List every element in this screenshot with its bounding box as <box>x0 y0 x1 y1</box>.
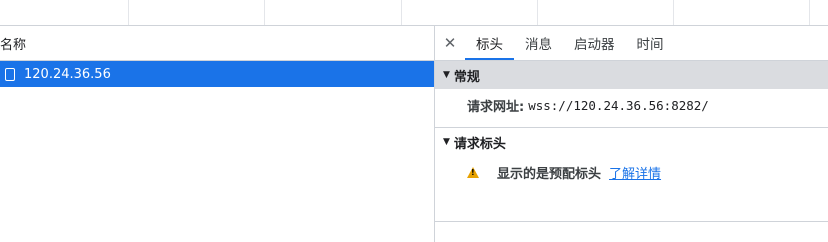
timeline-gridline <box>128 0 129 25</box>
general-section-title: 常规 <box>453 69 480 85</box>
tab-messages[interactable]: 消息 <box>514 26 563 60</box>
collapse-triangle-icon: ▼ <box>443 137 450 147</box>
request-list-panel: 名称 120.24.36.56 <box>0 26 434 242</box>
name-column-header[interactable]: 名称 <box>0 26 434 61</box>
request-name: 120.24.36.56 <box>24 66 111 82</box>
learn-more-link[interactable]: 了解详情 <box>609 163 661 182</box>
timeline-gridline <box>673 0 674 25</box>
warning-icon <box>467 166 479 178</box>
request-details-panel: ✕ 标头 消息 启动器 时间 ▼ 常规 请求网址: wss://120.24.3… <box>435 26 828 242</box>
name-column-label: 名称 <box>0 37 27 53</box>
timeline-overview[interactable] <box>0 0 828 26</box>
timeline-gridline <box>809 0 810 25</box>
tab-initiator[interactable]: 启动器 <box>563 26 626 60</box>
request-url-label: 请求网址: <box>467 99 525 115</box>
timeline-gridline <box>537 0 538 25</box>
warning-text: 显示的是预配标头 <box>497 166 602 182</box>
request-headers-section-title: 请求标头 <box>453 136 506 152</box>
timeline-gridline <box>264 0 265 25</box>
timeline-gridline <box>401 0 402 25</box>
request-headers-section-header[interactable]: ▼ 请求标头 <box>435 128 828 156</box>
close-icon[interactable]: ✕ <box>435 34 465 52</box>
tab-timing[interactable]: 时间 <box>626 26 675 60</box>
tab-headers[interactable]: 标头 <box>465 26 514 60</box>
details-tab-bar: ✕ 标头 消息 启动器 时间 <box>435 26 828 61</box>
request-url-row: 请求网址: wss://120.24.36.56:8282/ <box>435 89 828 121</box>
document-icon <box>5 67 15 81</box>
request-url-value: wss://120.24.36.56:8282/ <box>528 97 709 113</box>
general-section-header[interactable]: ▼ 常规 <box>435 61 828 89</box>
section-divider <box>435 221 828 222</box>
request-row[interactable]: 120.24.36.56 <box>0 61 434 87</box>
collapse-triangle-icon: ▼ <box>443 70 450 80</box>
provisional-headers-warning: 显示的是预配标头 了解详情 <box>435 156 828 188</box>
